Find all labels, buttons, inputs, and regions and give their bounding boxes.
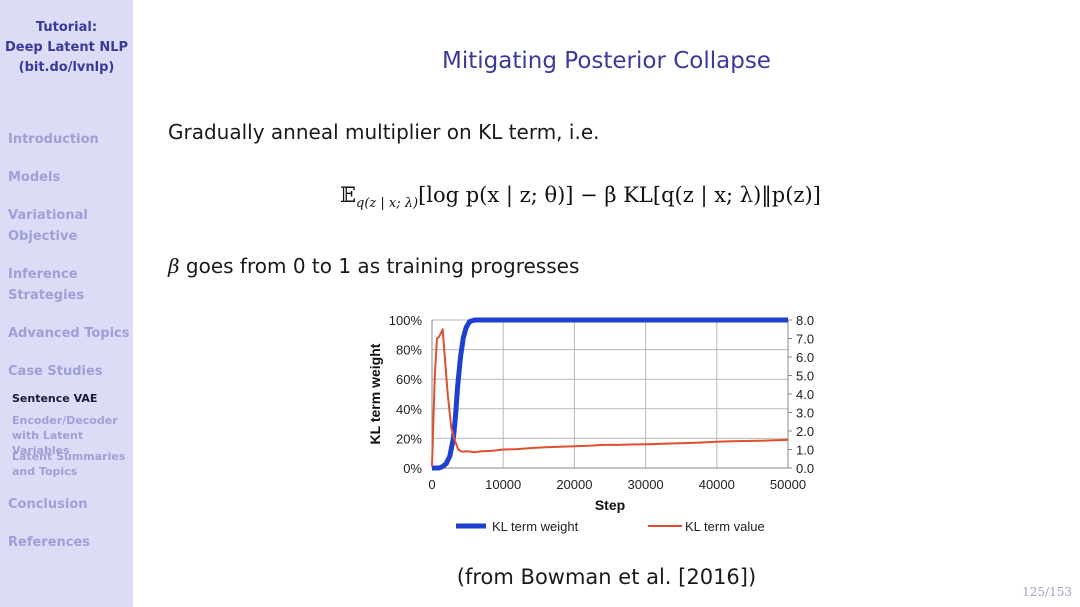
page-number[interactable]: 125/153 [1022, 585, 1072, 599]
sidebar-item-case-studies[interactable]: Case Studies [8, 361, 103, 382]
nav-label: Sentence VAE [12, 392, 98, 405]
title-line: Deep Latent NLP [4, 40, 129, 55]
kl-annealing-chart: 0% 20% 40% 60% 80% 100% 0 10000 20000 30000 40000 5… [367, 313, 814, 534]
y-right-tick-label: 7.0 [796, 332, 814, 347]
sidebar-subitem-sentence-vae[interactable]: Sentence VAE [12, 391, 97, 406]
nav-label: Case Studies [8, 364, 103, 379]
nav-label: Models [8, 170, 61, 185]
elbo-formula: 𝔼q(z | x; λ)[log p(x | z; θ)] − β KL[q(z… [340, 183, 821, 211]
nav-label: References [8, 535, 91, 550]
nav-label: Advanced Topics [8, 326, 130, 341]
nav-label: and Topics [12, 465, 78, 478]
x-tick-label: 50000 [770, 477, 806, 492]
beta-symbol: β [168, 254, 180, 278]
nav-label: Strategies [8, 288, 85, 303]
nav-label: Inference [8, 267, 78, 282]
nav-label: Conclusion [8, 497, 88, 512]
sidebar-item-introduction[interactable]: Introduction [8, 129, 99, 150]
y-left-tick-label: 80% [396, 343, 422, 358]
x-tick-label: 20000 [556, 477, 592, 492]
sidebar-item-advanced-topics[interactable]: Advanced Topics [8, 323, 130, 344]
y-left-tick-label: 60% [396, 372, 422, 387]
x-tick-label: 10000 [485, 477, 521, 492]
title-line: Tutorial: [35, 20, 98, 35]
title-line: (bit.do/lvnlp) [18, 60, 115, 75]
y-left-tick-label: 20% [396, 431, 422, 446]
y-right-tick-label: 4.0 [796, 387, 814, 402]
sidebar-navigation: Tutorial: Deep Latent NLP (bit.do/lvnlp)… [0, 0, 133, 607]
sidebar-item-conclusion[interactable]: Conclusion [8, 494, 88, 515]
y-left-tick-label: 100% [389, 313, 423, 328]
legend: KL term weight KL term value [456, 519, 765, 534]
tick-labels: 0% 20% 40% 60% 80% 100% 0 10000 20000 30000 40000 5… [389, 313, 814, 492]
nav-label: Latent Summaries [12, 450, 126, 463]
nav-label: Variational [8, 208, 88, 223]
x-axis-label: Step [595, 497, 625, 513]
y-right-tick-label: 6.0 [796, 350, 814, 365]
y-right-tick-label: 2.0 [796, 424, 814, 439]
y-right-tick-label: 3.0 [796, 406, 814, 421]
expectation-symbol: 𝔼 [340, 183, 357, 207]
x-tick-label: 40000 [699, 477, 735, 492]
y-left-tick-label: 0% [403, 461, 422, 476]
y-right-tick-label: 1.0 [796, 443, 814, 458]
x-tick-label: 30000 [628, 477, 664, 492]
sidebar-subitem-latent-summaries[interactable]: Latent Summaries and Topics [12, 449, 125, 479]
y-right-tick-label: 0.0 [796, 461, 814, 476]
formula-body: [log p(x | z; θ)] − β KL[q(z | x; λ)‖p(z… [418, 183, 821, 207]
slide-title: Mitigating Posterior Collapse [442, 48, 771, 74]
nav-label: Objective [8, 229, 78, 244]
y-left-tick-label: 40% [396, 402, 422, 417]
presentation-title[interactable]: Tutorial: Deep Latent NLP (bit.do/lvnlp) [0, 18, 133, 78]
legend-label-weight: KL term weight [492, 519, 579, 534]
nav-label: Encoder/Decoder [12, 414, 118, 427]
sidebar-item-inference-strategies[interactable]: Inference Strategies [8, 264, 84, 306]
y-right-tick-label: 5.0 [796, 369, 814, 384]
y-axis-left-label: KL term weight [367, 343, 383, 444]
beta-description: goes from 0 to 1 as training progresses [185, 254, 580, 278]
series-lines [431, 317, 789, 471]
y-right-tick-label: 8.0 [796, 313, 814, 328]
sidebar-item-models[interactable]: Models [8, 167, 60, 188]
citation: (from Bowman et al. [2016]) [456, 565, 757, 589]
body-text-beta: β goes from 0 to 1 as training progresse… [168, 254, 579, 278]
expectation-subscript: q(z | x; λ) [356, 196, 419, 212]
legend-label-value: KL term value [685, 519, 765, 534]
x-tick-label: 0 [428, 477, 435, 492]
nav-label: Introduction [8, 132, 99, 147]
sidebar-item-references[interactable]: References [8, 532, 90, 553]
sidebar-item-variational-objective[interactable]: Variational Objective [8, 205, 88, 247]
body-text-anneal: Gradually anneal multiplier on KL term, … [168, 120, 600, 144]
